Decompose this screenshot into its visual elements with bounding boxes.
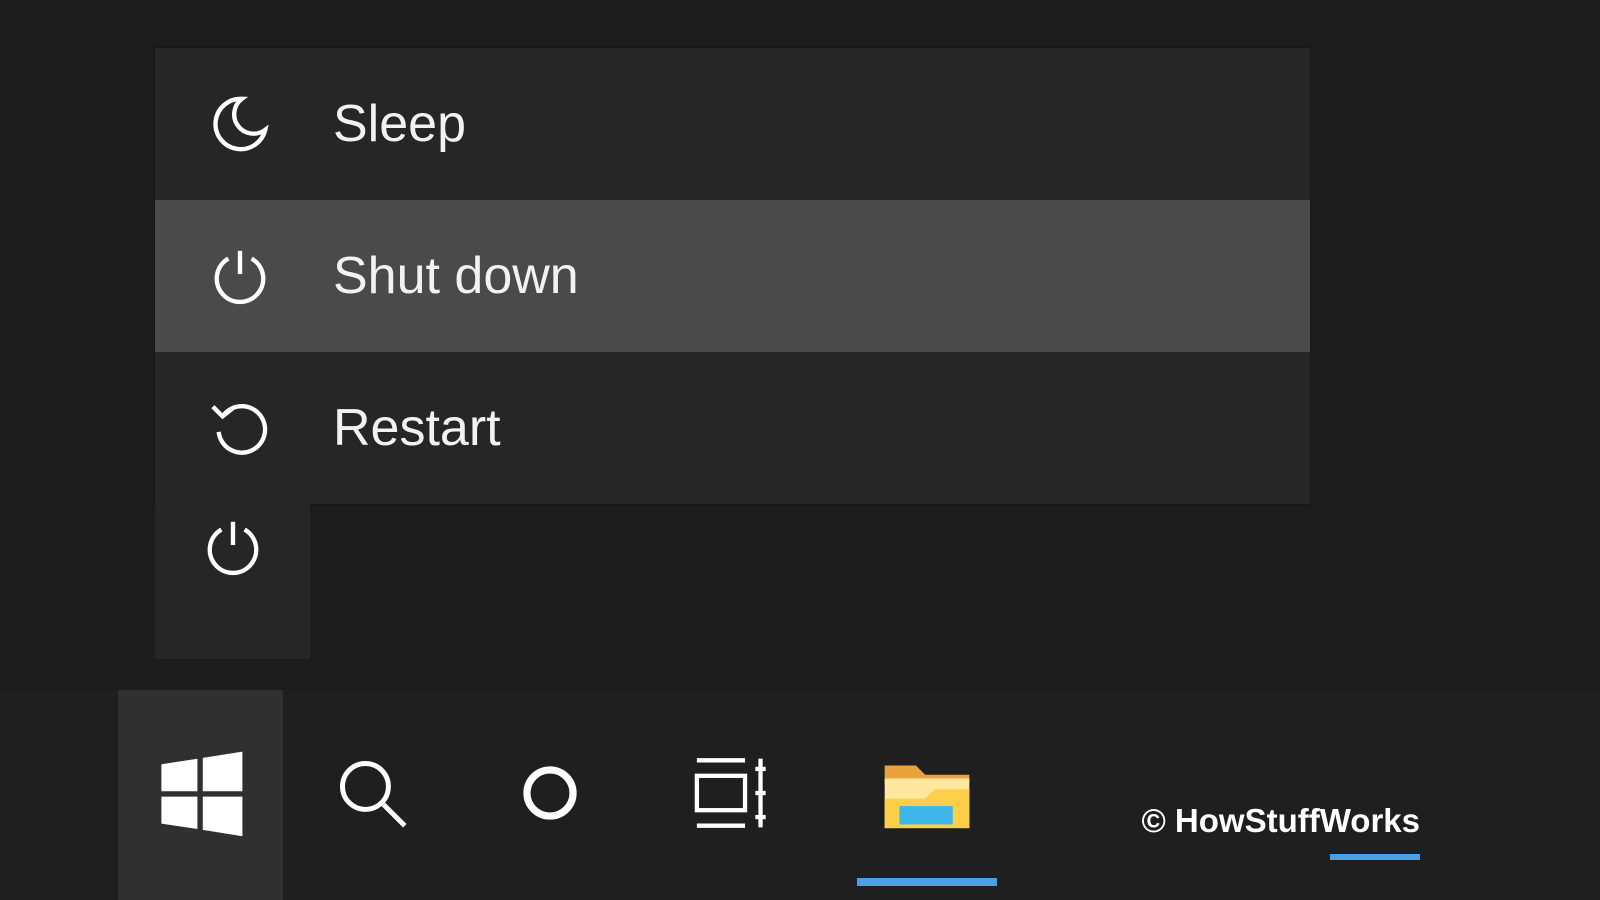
start-rail-power-button[interactable] [155,504,310,659]
power-menu-item-sleep[interactable]: Sleep [155,48,1310,200]
power-menu-label: Sleep [333,94,466,154]
task-view-icon [690,750,776,841]
taskbar-search-button[interactable] [283,690,461,900]
power-menu-item-restart[interactable]: Restart [155,352,1310,504]
attribution-text: © HowStuffWorks [1141,802,1420,840]
moon-icon [205,93,275,155]
search-icon [331,752,413,839]
power-menu-item-shutdown[interactable]: Shut down [155,200,1310,352]
power-menu-label: Shut down [333,246,579,306]
taskbar-taskview-button[interactable] [639,690,827,900]
restart-icon [205,397,275,459]
power-menu-label: Restart [333,398,501,458]
power-menu: Sleep Shut down Restart [155,48,1310,504]
windows-logo-icon [156,748,246,843]
running-indicator [857,878,997,886]
taskbar-cortana-button[interactable] [461,690,639,900]
power-icon [205,245,275,307]
start-button[interactable] [118,690,283,900]
taskbar [0,690,1600,900]
attribution-underline [1330,854,1420,860]
taskbar-file-explorer-button[interactable] [827,690,1027,900]
cortana-ring-icon [514,757,586,834]
power-icon [202,516,264,583]
folder-icon [881,756,973,834]
